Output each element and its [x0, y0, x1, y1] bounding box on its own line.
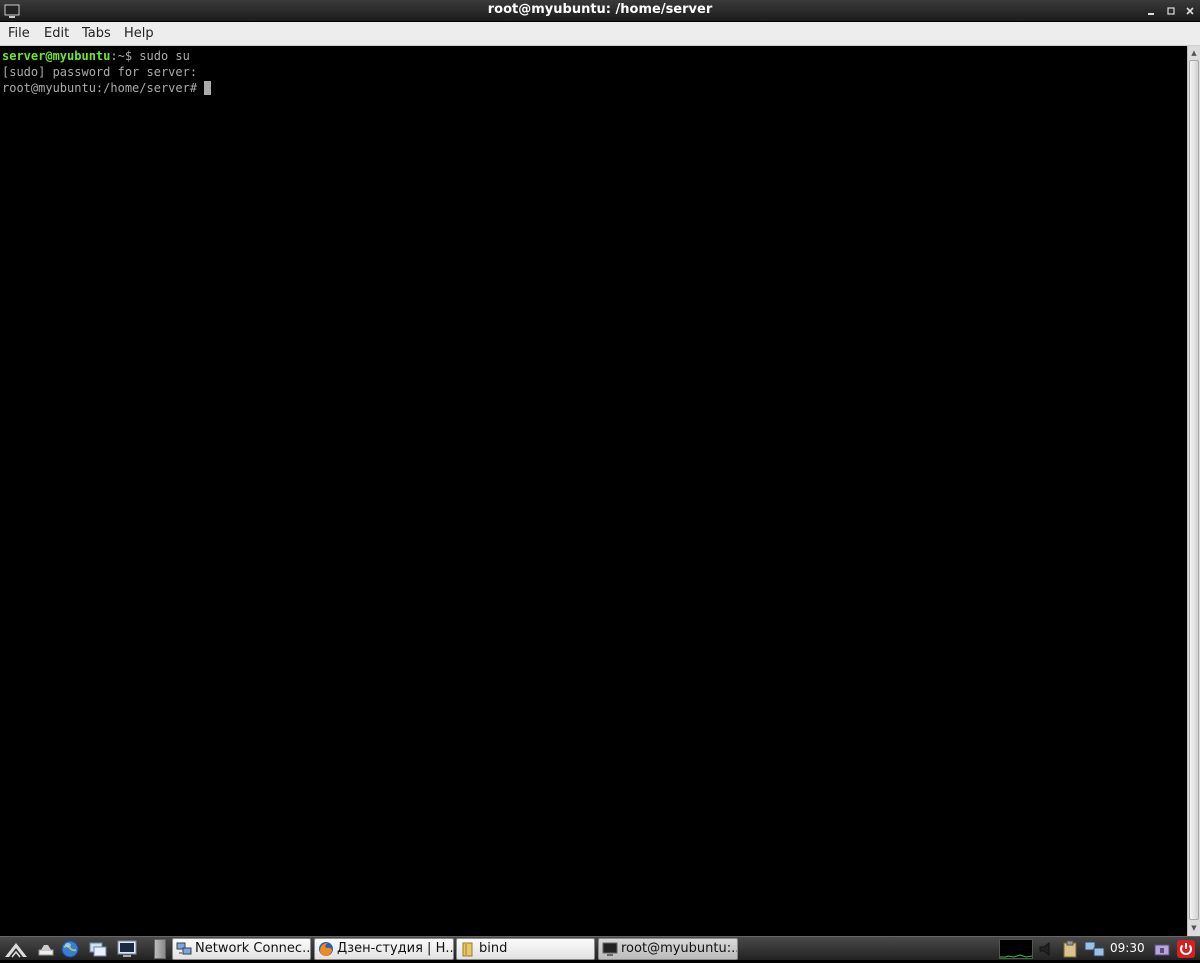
- terminal-line: server@myubuntu:~$ sudo su: [2, 48, 1187, 64]
- maximize-button[interactable]: [1164, 4, 1178, 18]
- firefox-icon: [318, 941, 334, 957]
- task-firefox[interactable]: Дзен-студия | Н...: [314, 938, 454, 960]
- taskbar-separator: [154, 939, 166, 959]
- root-prompt: root@myubuntu:/home/server#: [2, 81, 198, 95]
- terminal-line: [sudo] password for server:: [2, 65, 198, 79]
- menu-help[interactable]: Help: [124, 26, 154, 41]
- web-browser-icon[interactable]: [60, 939, 80, 959]
- taskbar: Network Connec... Дзен-студия | Н... bin…: [0, 936, 1200, 960]
- clock[interactable]: 09:30: [1110, 941, 1145, 955]
- folder-icon: [460, 941, 476, 957]
- scroll-thumb[interactable]: [1189, 60, 1199, 920]
- scroll-up-icon[interactable]: ▲: [1188, 47, 1200, 59]
- task-network-connections[interactable]: Network Connec...: [172, 938, 311, 960]
- volume-icon[interactable]: [1036, 939, 1056, 959]
- close-button[interactable]: [1183, 4, 1197, 18]
- scroll-down-icon[interactable]: ▼: [1188, 922, 1200, 934]
- minimize-button[interactable]: [1144, 4, 1158, 18]
- task-bind-folder[interactable]: bind: [456, 938, 595, 960]
- terminal-scrollbar[interactable]: ▲ ▼: [1187, 46, 1200, 936]
- window-titlebar[interactable]: root@myubuntu: /home/server: [0, 0, 1200, 22]
- network-connections-icon: [176, 941, 192, 957]
- menu-bar: File Edit Tabs Help: [0, 22, 1200, 46]
- window-title: root@myubuntu: /home/server: [487, 2, 713, 17]
- clipboard-icon[interactable]: [1060, 939, 1080, 959]
- terminal-line: root@myubuntu:/home/server#: [2, 80, 1187, 96]
- terminal-cursor: [204, 81, 212, 95]
- task-terminal[interactable]: root@myubuntu:...: [598, 938, 738, 960]
- task-label: Network Connec...: [195, 941, 311, 956]
- menu-file[interactable]: File: [8, 26, 30, 41]
- task-label: root@myubuntu:...: [621, 941, 738, 956]
- menu-edit[interactable]: Edit: [44, 26, 69, 41]
- prompt-user: server@myubuntu: [2, 49, 111, 63]
- terminal-icon: [602, 941, 618, 957]
- lxde-menu-icon[interactable]: [3, 939, 29, 959]
- task-label: bind: [479, 941, 508, 956]
- task-label: Дзен-студия | Н...: [337, 941, 454, 956]
- logout-icon[interactable]: [1176, 939, 1196, 959]
- terminal-launcher-icon[interactable]: [116, 939, 137, 959]
- show-desktop-icon[interactable]: [36, 939, 56, 959]
- terminal-area[interactable]: server@myubuntu:~$ sudo su [sudo] passwo…: [0, 46, 1187, 936]
- network-icon[interactable]: [1084, 939, 1105, 959]
- prompt-command: :~$ sudo su: [110, 49, 190, 63]
- lock-screen-icon[interactable]: [1152, 939, 1172, 959]
- file-manager-icon[interactable]: [88, 939, 108, 959]
- cpu-monitor[interactable]: [999, 939, 1033, 959]
- menu-tabs[interactable]: Tabs: [82, 26, 111, 41]
